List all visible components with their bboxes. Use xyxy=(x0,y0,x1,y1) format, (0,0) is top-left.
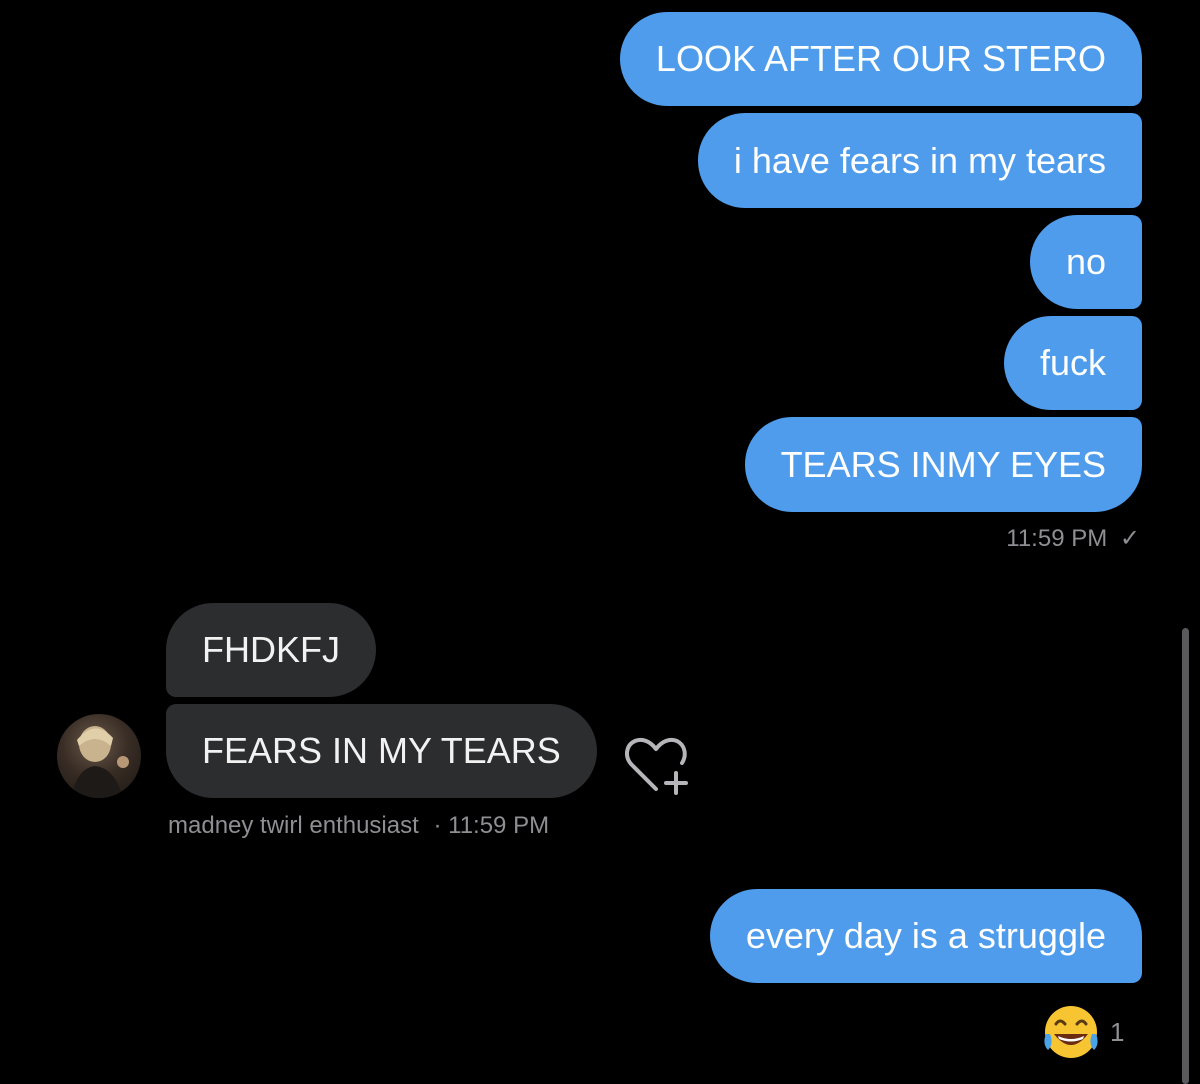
message-text: LOOK AFTER OUR STERO xyxy=(655,38,1106,79)
heart-plus-icon[interactable] xyxy=(622,733,692,797)
reaction-badge[interactable]: 1 xyxy=(1040,1004,1124,1060)
message-text: fuck xyxy=(1039,342,1106,383)
message-text: every day is a struggle xyxy=(745,915,1106,956)
sender-avatar[interactable] xyxy=(57,714,141,798)
outgoing-message-bubble[interactable]: every day is a struggle xyxy=(709,889,1142,983)
laughing-tears-emoji-icon xyxy=(1044,1006,1098,1058)
sender-meta: madney twirl enthusiast · 11:59 PM xyxy=(168,812,549,840)
scrollbar[interactable] xyxy=(1182,628,1189,1084)
delivered-check-icon: ✓ xyxy=(1119,525,1140,552)
outgoing-message-bubble[interactable]: TEARS INMY EYES xyxy=(744,417,1142,512)
incoming-message-bubble[interactable]: FHDKFJ xyxy=(166,603,376,697)
sender-name: madney twirl enthusiast xyxy=(168,812,419,839)
message-text: FEARS IN MY TEARS xyxy=(202,730,561,771)
outgoing-message-bubble[interactable]: LOOK AFTER OUR STERO xyxy=(619,12,1142,106)
message-timestamp: 11:59 PM ✓ xyxy=(1006,524,1140,553)
message-text: no xyxy=(1065,241,1106,282)
outgoing-message-bubble[interactable]: no xyxy=(1029,215,1142,309)
outgoing-message-bubble[interactable]: i have fears in my tears xyxy=(697,113,1142,208)
message-text: TEARS INMY EYES xyxy=(780,443,1106,485)
meta-separator: · xyxy=(433,812,442,839)
message-text: i have fears in my tears xyxy=(733,139,1106,181)
reaction-count: 1 xyxy=(1110,1016,1125,1047)
time-label: 11:59 PM xyxy=(1006,525,1108,552)
incoming-message-bubble[interactable]: FEARS IN MY TEARS xyxy=(166,704,597,798)
avatar-photo-icon xyxy=(71,726,129,798)
message-text: FHDKFJ xyxy=(202,629,340,670)
time-label: 11:59 PM xyxy=(448,812,550,839)
outgoing-message-bubble[interactable]: fuck xyxy=(1003,316,1142,410)
